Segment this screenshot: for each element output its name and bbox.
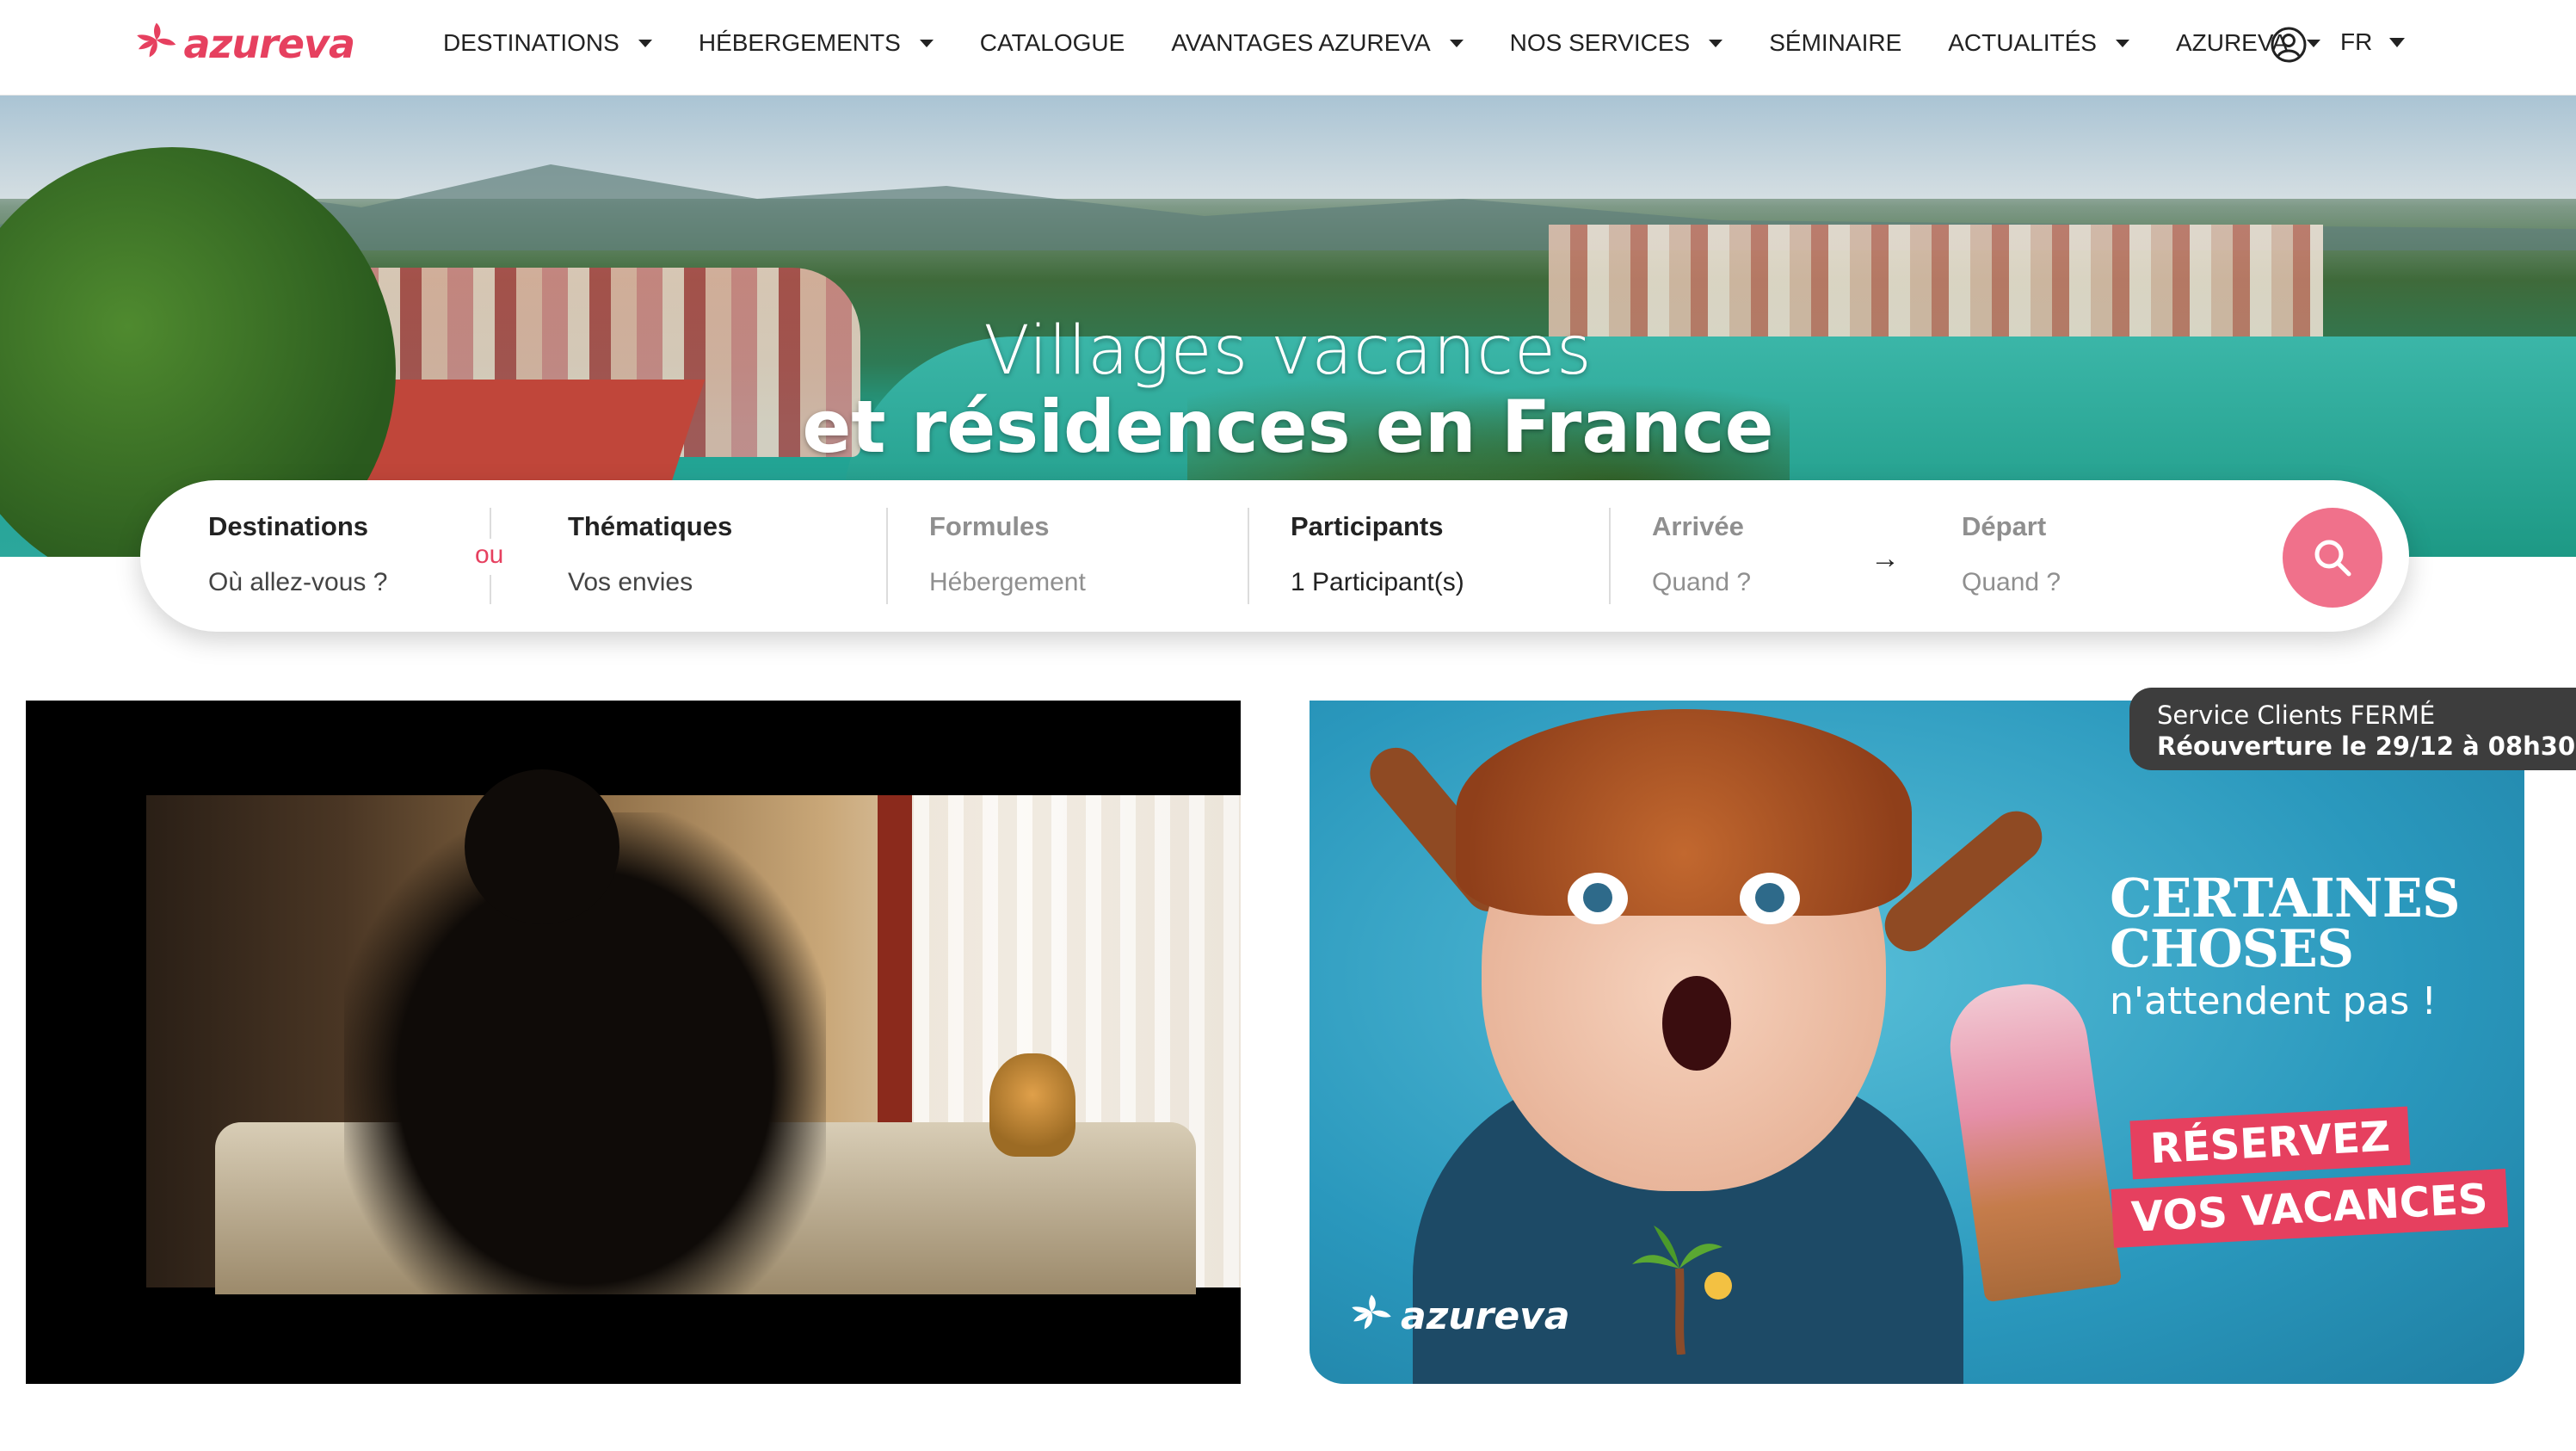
hero-title-line1: Villages vacances: [983, 312, 1593, 390]
divider: [886, 508, 888, 604]
participants-field[interactable]: Participants 1 Participant(s): [1291, 511, 1464, 597]
site-header: azureva DESTINATIONS HÉBERGEMENTS CATALO…: [0, 0, 2576, 96]
formulas-field[interactable]: Formules Hébergement: [929, 511, 1086, 597]
user-circle-icon: [2271, 27, 2307, 63]
nav-destinations[interactable]: DESTINATIONS: [443, 29, 652, 57]
promo-eye-left: [1568, 873, 1628, 924]
departure-field[interactable]: Départ Quand ?: [1962, 511, 2061, 597]
palm-tree-icon: [1632, 1226, 1732, 1355]
nav-label: NOS SERVICES: [1509, 29, 1691, 56]
promo-mouth: [1662, 976, 1731, 1071]
nav-label: HÉBERGEMENTS: [698, 29, 901, 56]
caret-down-icon: [2389, 37, 2406, 47]
promo-headline: CERTAINES CHOSES n'attendent pas !: [2110, 867, 2505, 1024]
promo-banner[interactable]: CERTAINES CHOSES n'attendent pas ! RÉSER…: [1310, 701, 2524, 1384]
nav-catalogue[interactable]: CATALOGUE: [980, 29, 1125, 57]
nav-label: SÉMINAIRE: [1769, 29, 1902, 56]
arrow-right-icon: →: [1870, 542, 1900, 575]
promo-cta-line1: RÉSERVEZ: [2129, 1106, 2411, 1180]
participants-label: Participants: [1291, 511, 1444, 541]
caret-down-icon: [2115, 39, 2129, 47]
promo-girl-hair: [1456, 709, 1912, 916]
nav-seminaire[interactable]: SÉMINAIRE: [1769, 29, 1901, 57]
destinations-placeholder: Où allez-vous ?: [208, 568, 388, 596]
promo-headline-line2: CHOSES: [2110, 919, 2354, 979]
formulas-placeholder: Hébergement: [929, 568, 1086, 596]
caret-down-icon: [1449, 39, 1464, 47]
azureva-logo[interactable]: azureva: [131, 14, 355, 74]
ice-cream-icon: [1942, 976, 2123, 1303]
video-head: [465, 769, 619, 924]
divider: [1609, 508, 1611, 604]
nav-services[interactable]: NOS SERVICES: [1510, 29, 1723, 57]
themes-placeholder: Vos envies: [568, 568, 693, 596]
departure-label: Départ: [1962, 511, 2047, 541]
promo-azureva-logo: azureva: [1346, 1290, 1570, 1342]
promo-logo-text: azureva: [1401, 1294, 1570, 1338]
participants-value: 1 Participant(s): [1291, 568, 1464, 596]
caret-down-icon: [2307, 39, 2321, 47]
promo-eye-right: [1740, 873, 1800, 924]
arrival-placeholder: Quand ?: [1652, 568, 1752, 596]
promo-headline-line3: n'attendent pas !: [2110, 979, 2437, 1023]
caret-down-icon: [919, 39, 934, 47]
main-navigation: DESTINATIONS HÉBERGEMENTS CATALOGUE AVAN…: [443, 0, 2367, 86]
language-label: FR: [2340, 28, 2373, 55]
nav-hebergements[interactable]: HÉBERGEMENTS: [699, 29, 934, 57]
or-separator: ou: [475, 540, 504, 569]
promo-headline-line1: CERTAINES: [2110, 867, 2461, 929]
divider: [1248, 508, 1249, 604]
swirl-logo-icon: [137, 22, 176, 58]
service-status: Service Clients FERMÉ: [2157, 701, 2436, 730]
arrival-label: Arrivée: [1652, 511, 1744, 541]
service-reopening: Réouverture le 29/12 à 08h30: [2157, 732, 2576, 761]
themes-label: Thématiques: [568, 511, 733, 541]
departure-placeholder: Quand ?: [1962, 568, 2061, 596]
promo-cta-line2: VOS VACANCES: [2111, 1169, 2509, 1248]
nav-label: CATALOGUE: [979, 29, 1125, 56]
nav-label: DESTINATIONS: [443, 29, 619, 56]
themes-field[interactable]: Thématiques Vos envies: [568, 511, 732, 597]
video-frame: [146, 769, 1241, 1294]
promo-cta[interactable]: RÉSERVEZ VOS VACANCES: [2111, 1106, 2510, 1248]
nav-avantages[interactable]: AVANTAGES AZUREVA: [1171, 29, 1464, 57]
video-player[interactable]: [26, 701, 1241, 1384]
user-account-button[interactable]: [2270, 26, 2308, 64]
search-button[interactable]: [2283, 508, 2382, 608]
divider: [490, 508, 491, 539]
swirl-logo-icon: [1352, 1294, 1391, 1330]
search-bar: Destinations Où allez-vous ? ou Thématiq…: [140, 480, 2409, 632]
hero-title-line2: et résidences en France: [802, 385, 1774, 469]
logo-text: azureva: [183, 21, 355, 67]
formulas-label: Formules: [929, 511, 1050, 541]
nav-label: ACTUALITÉS: [1948, 29, 2097, 56]
divider: [490, 575, 491, 604]
customer-service-notice[interactable]: Service Clients FERMÉ Réouverture le 29/…: [2129, 688, 2576, 770]
destinations-label: Destinations: [208, 511, 369, 541]
destinations-field[interactable]: Destinations Où allez-vous ?: [208, 511, 387, 597]
caret-down-icon: [1709, 39, 1723, 47]
search-icon: [2314, 540, 2351, 577]
nav-label: AVANTAGES AZUREVA: [1171, 29, 1431, 56]
language-selector[interactable]: FR: [2340, 28, 2406, 56]
nav-actualites[interactable]: ACTUALITÉS: [1948, 29, 2129, 57]
video-plush-toy: [989, 1053, 1075, 1157]
caret-down-icon: [638, 39, 652, 47]
arrival-field[interactable]: Arrivée Quand ?: [1652, 511, 1751, 597]
